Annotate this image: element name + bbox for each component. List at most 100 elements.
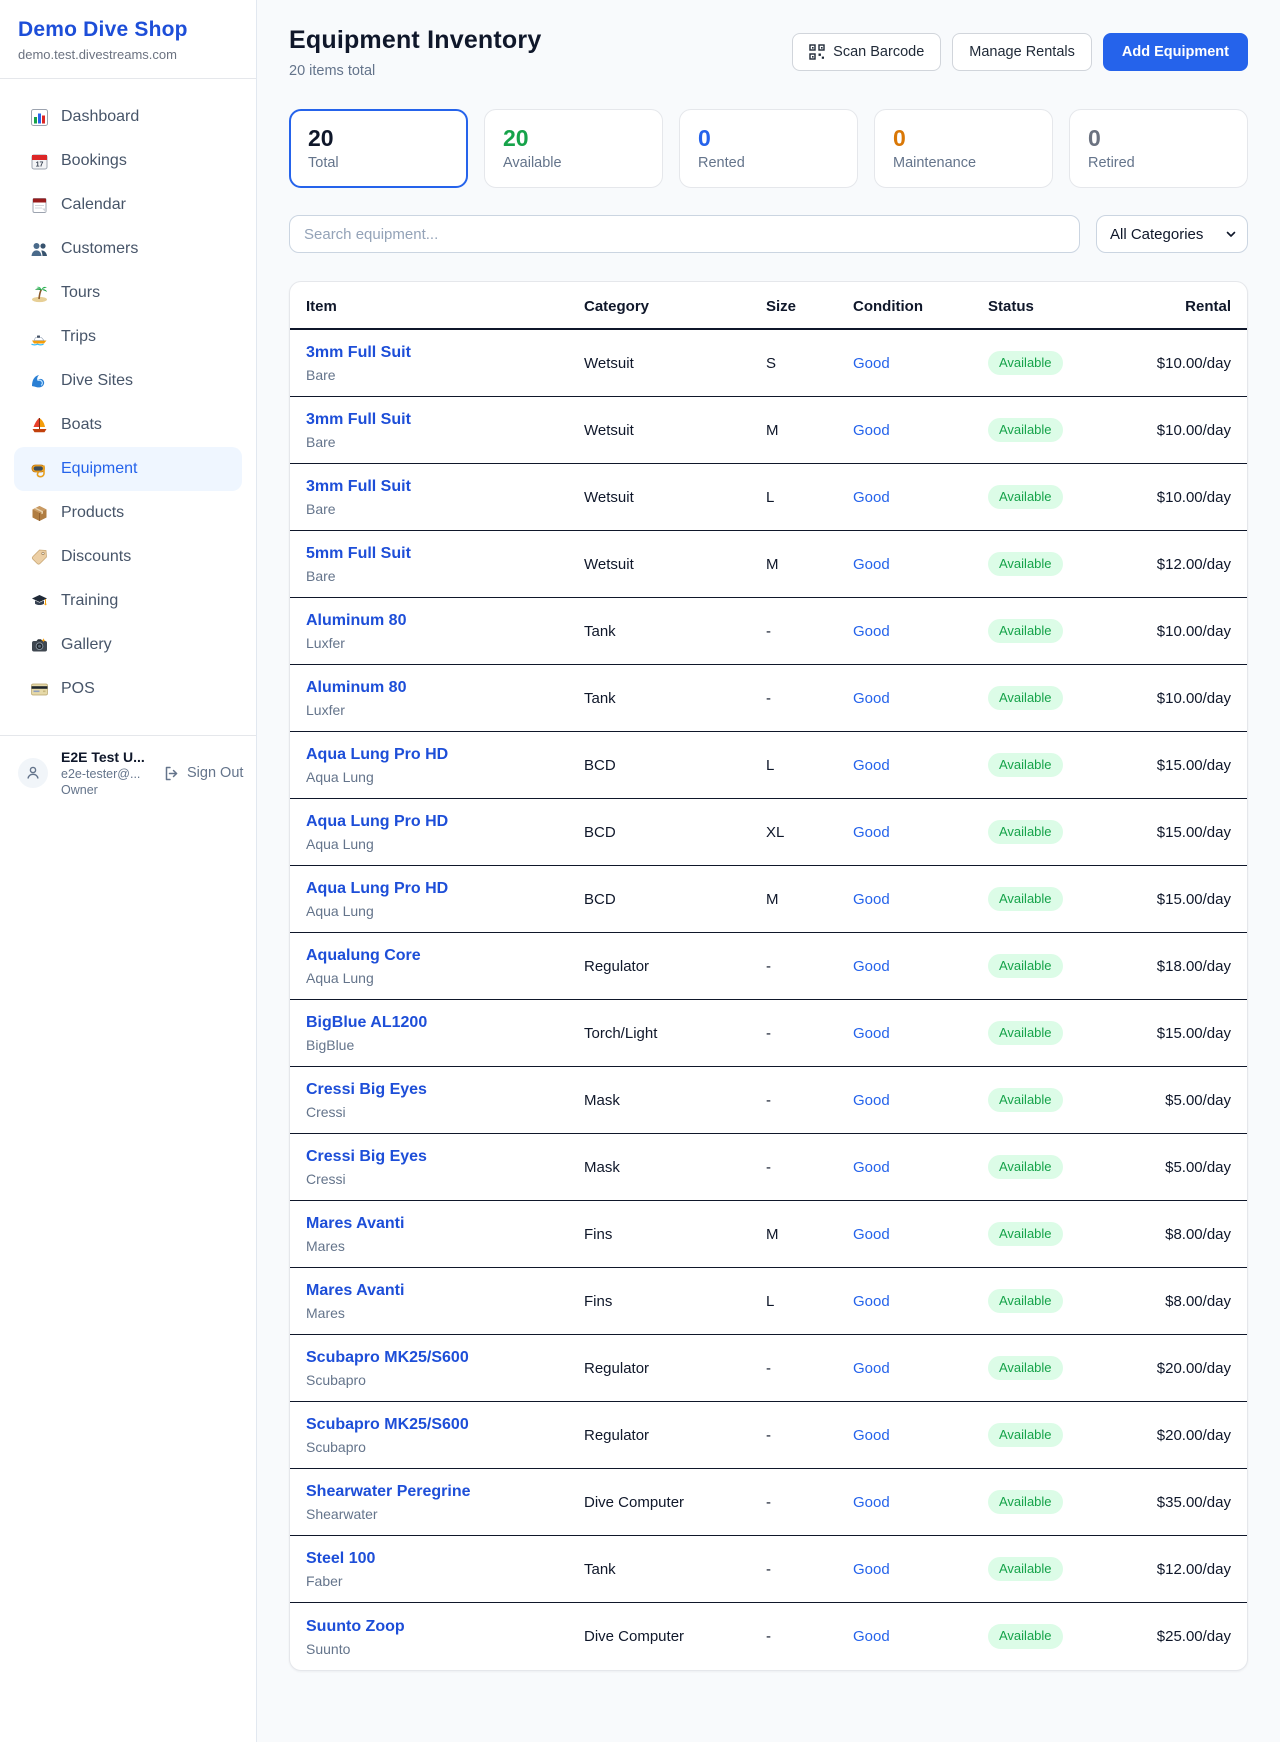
item-category: Mask (584, 1159, 766, 1176)
item-name-link[interactable]: Aqua Lung Pro HD (306, 812, 584, 832)
bar-chart-icon (30, 108, 49, 127)
item-brand: BigBlue (306, 1037, 584, 1053)
sidebar-item-products[interactable]: Products (14, 491, 242, 535)
table-row: Aqua Lung Pro HDAqua LungBCDLGoodAvailab… (290, 732, 1247, 799)
item-name-link[interactable]: BigBlue AL1200 (306, 1013, 584, 1033)
stat-card-available[interactable]: 20Available (484, 109, 663, 188)
item-category: BCD (584, 891, 766, 908)
sidebar-item-training[interactable]: Training (14, 579, 242, 623)
brand-block: Demo Dive Shop demo.test.divestreams.com (0, 0, 256, 79)
item-name-link[interactable]: Aluminum 80 (306, 678, 584, 698)
sidebar-item-customers[interactable]: Customers (14, 227, 242, 271)
item-category: BCD (584, 824, 766, 841)
item-name-link[interactable]: Aqualung Core (306, 946, 584, 966)
item-condition-link[interactable]: Good (853, 757, 988, 774)
sidebar-item-boats[interactable]: Boats (14, 403, 242, 447)
item-condition-link[interactable]: Good (853, 489, 988, 506)
item-name-link[interactable]: Steel 100 (306, 1549, 584, 1569)
item-condition-link[interactable]: Good (853, 1628, 988, 1645)
items-total-count: 20 items total (289, 63, 541, 79)
item-name-link[interactable]: 3mm Full Suit (306, 343, 584, 363)
item-name-link[interactable]: Cressi Big Eyes (306, 1080, 584, 1100)
brand-domain: demo.test.divestreams.com (18, 47, 238, 62)
add-equipment-button[interactable]: Add Equipment (1103, 33, 1248, 71)
column-header-status: Status (988, 298, 1148, 315)
item-brand: Mares (306, 1305, 584, 1321)
item-condition-link[interactable]: Good (853, 690, 988, 707)
item-rental-price: $18.00/day (1148, 958, 1231, 975)
item-rental-price: $15.00/day (1148, 757, 1231, 774)
item-brand: Luxfer (306, 635, 584, 651)
item-brand: Luxfer (306, 702, 584, 718)
stat-card-rented[interactable]: 0Rented (679, 109, 858, 188)
sidebar-item-label: Customers (61, 240, 138, 258)
table-body: 3mm Full SuitBareWetsuitSGoodAvailable$1… (290, 330, 1247, 1670)
item-name-link[interactable]: Mares Avanti (306, 1214, 584, 1234)
item-condition-link[interactable]: Good (853, 1025, 988, 1042)
item-name-link[interactable]: Mares Avanti (306, 1281, 584, 1301)
item-brand: Suunto (306, 1641, 584, 1657)
manage-rentals-button[interactable]: Manage Rentals (952, 33, 1092, 71)
item-condition-link[interactable]: Good (853, 891, 988, 908)
item-name-link[interactable]: Cressi Big Eyes (306, 1147, 584, 1167)
sidebar-item-tours[interactable]: Tours (14, 271, 242, 315)
stat-card-retired[interactable]: 0Retired (1069, 109, 1248, 188)
sidebar-item-dashboard[interactable]: Dashboard (14, 95, 242, 139)
item-category: Tank (584, 623, 766, 640)
item-name-link[interactable]: 3mm Full Suit (306, 477, 584, 497)
item-brand: Bare (306, 434, 584, 450)
stat-value: 0 (1088, 125, 1229, 152)
table-row: Mares AvantiMaresFinsMGoodAvailable$8.00… (290, 1201, 1247, 1268)
item-condition-link[interactable]: Good (853, 1092, 988, 1109)
item-name-link[interactable]: 5mm Full Suit (306, 544, 584, 564)
item-name-link[interactable]: Shearwater Peregrine (306, 1482, 584, 1502)
item-name-link[interactable]: 3mm Full Suit (306, 410, 584, 430)
item-name-link[interactable]: Scubapro MK25/S600 (306, 1415, 584, 1435)
sidebar-item-dive-sites[interactable]: Dive Sites (14, 359, 242, 403)
scan-barcode-button[interactable]: Scan Barcode (792, 33, 941, 71)
graduation-cap-icon (30, 592, 49, 611)
item-condition-link[interactable]: Good (853, 1494, 988, 1511)
item-condition-link[interactable]: Good (853, 1360, 988, 1377)
item-name-link[interactable]: Suunto Zoop (306, 1617, 584, 1637)
item-condition-link[interactable]: Good (853, 958, 988, 975)
sidebar-item-gallery[interactable]: Gallery (14, 623, 242, 667)
item-condition-link[interactable]: Good (853, 355, 988, 372)
sidebar-item-equipment[interactable]: Equipment (14, 447, 242, 491)
sidebar-item-bookings[interactable]: 17Bookings (14, 139, 242, 183)
item-name-link[interactable]: Aqua Lung Pro HD (306, 879, 584, 899)
item-name-link[interactable]: Aluminum 80 (306, 611, 584, 631)
category-select[interactable]: All Categories (1096, 215, 1248, 253)
sidebar-item-label: Equipment (61, 460, 138, 478)
stat-card-total[interactable]: 20Total (289, 109, 468, 188)
sidebar-item-discounts[interactable]: Discounts (14, 535, 242, 579)
stat-value: 0 (698, 125, 839, 152)
person-icon (25, 765, 41, 781)
search-input[interactable] (289, 215, 1080, 253)
item-condition-link[interactable]: Good (853, 623, 988, 640)
sidebar-item-trips[interactable]: Trips (14, 315, 242, 359)
item-brand: Faber (306, 1573, 584, 1589)
item-condition-link[interactable]: Good (853, 1159, 988, 1176)
sidebar-item-pos[interactable]: POS (14, 667, 242, 711)
stat-card-maintenance[interactable]: 0Maintenance (874, 109, 1053, 188)
item-category: Regulator (584, 1360, 766, 1377)
sidebar-item-calendar[interactable]: Calendar (14, 183, 242, 227)
item-condition-link[interactable]: Good (853, 556, 988, 573)
status-badge: Available (988, 1490, 1063, 1514)
sidebar-user-section: E2E Test U... e2e-tester@... Owner Sign … (0, 735, 256, 810)
item-condition-link[interactable]: Good (853, 824, 988, 841)
brand-title[interactable]: Demo Dive Shop (18, 18, 238, 42)
item-category: Torch/Light (584, 1025, 766, 1042)
item-condition-link[interactable]: Good (853, 1561, 988, 1578)
item-condition-link[interactable]: Good (853, 422, 988, 439)
item-name-link[interactable]: Scubapro MK25/S600 (306, 1348, 584, 1368)
item-name-link[interactable]: Aqua Lung Pro HD (306, 745, 584, 765)
item-brand: Scubapro (306, 1439, 584, 1455)
tag-icon (30, 548, 49, 567)
sign-out-button[interactable]: Sign Out (163, 765, 243, 782)
item-condition-link[interactable]: Good (853, 1293, 988, 1310)
item-condition-link[interactable]: Good (853, 1427, 988, 1444)
equipment-table: ItemCategorySizeConditionStatusRental 3m… (289, 281, 1248, 1671)
item-condition-link[interactable]: Good (853, 1226, 988, 1243)
